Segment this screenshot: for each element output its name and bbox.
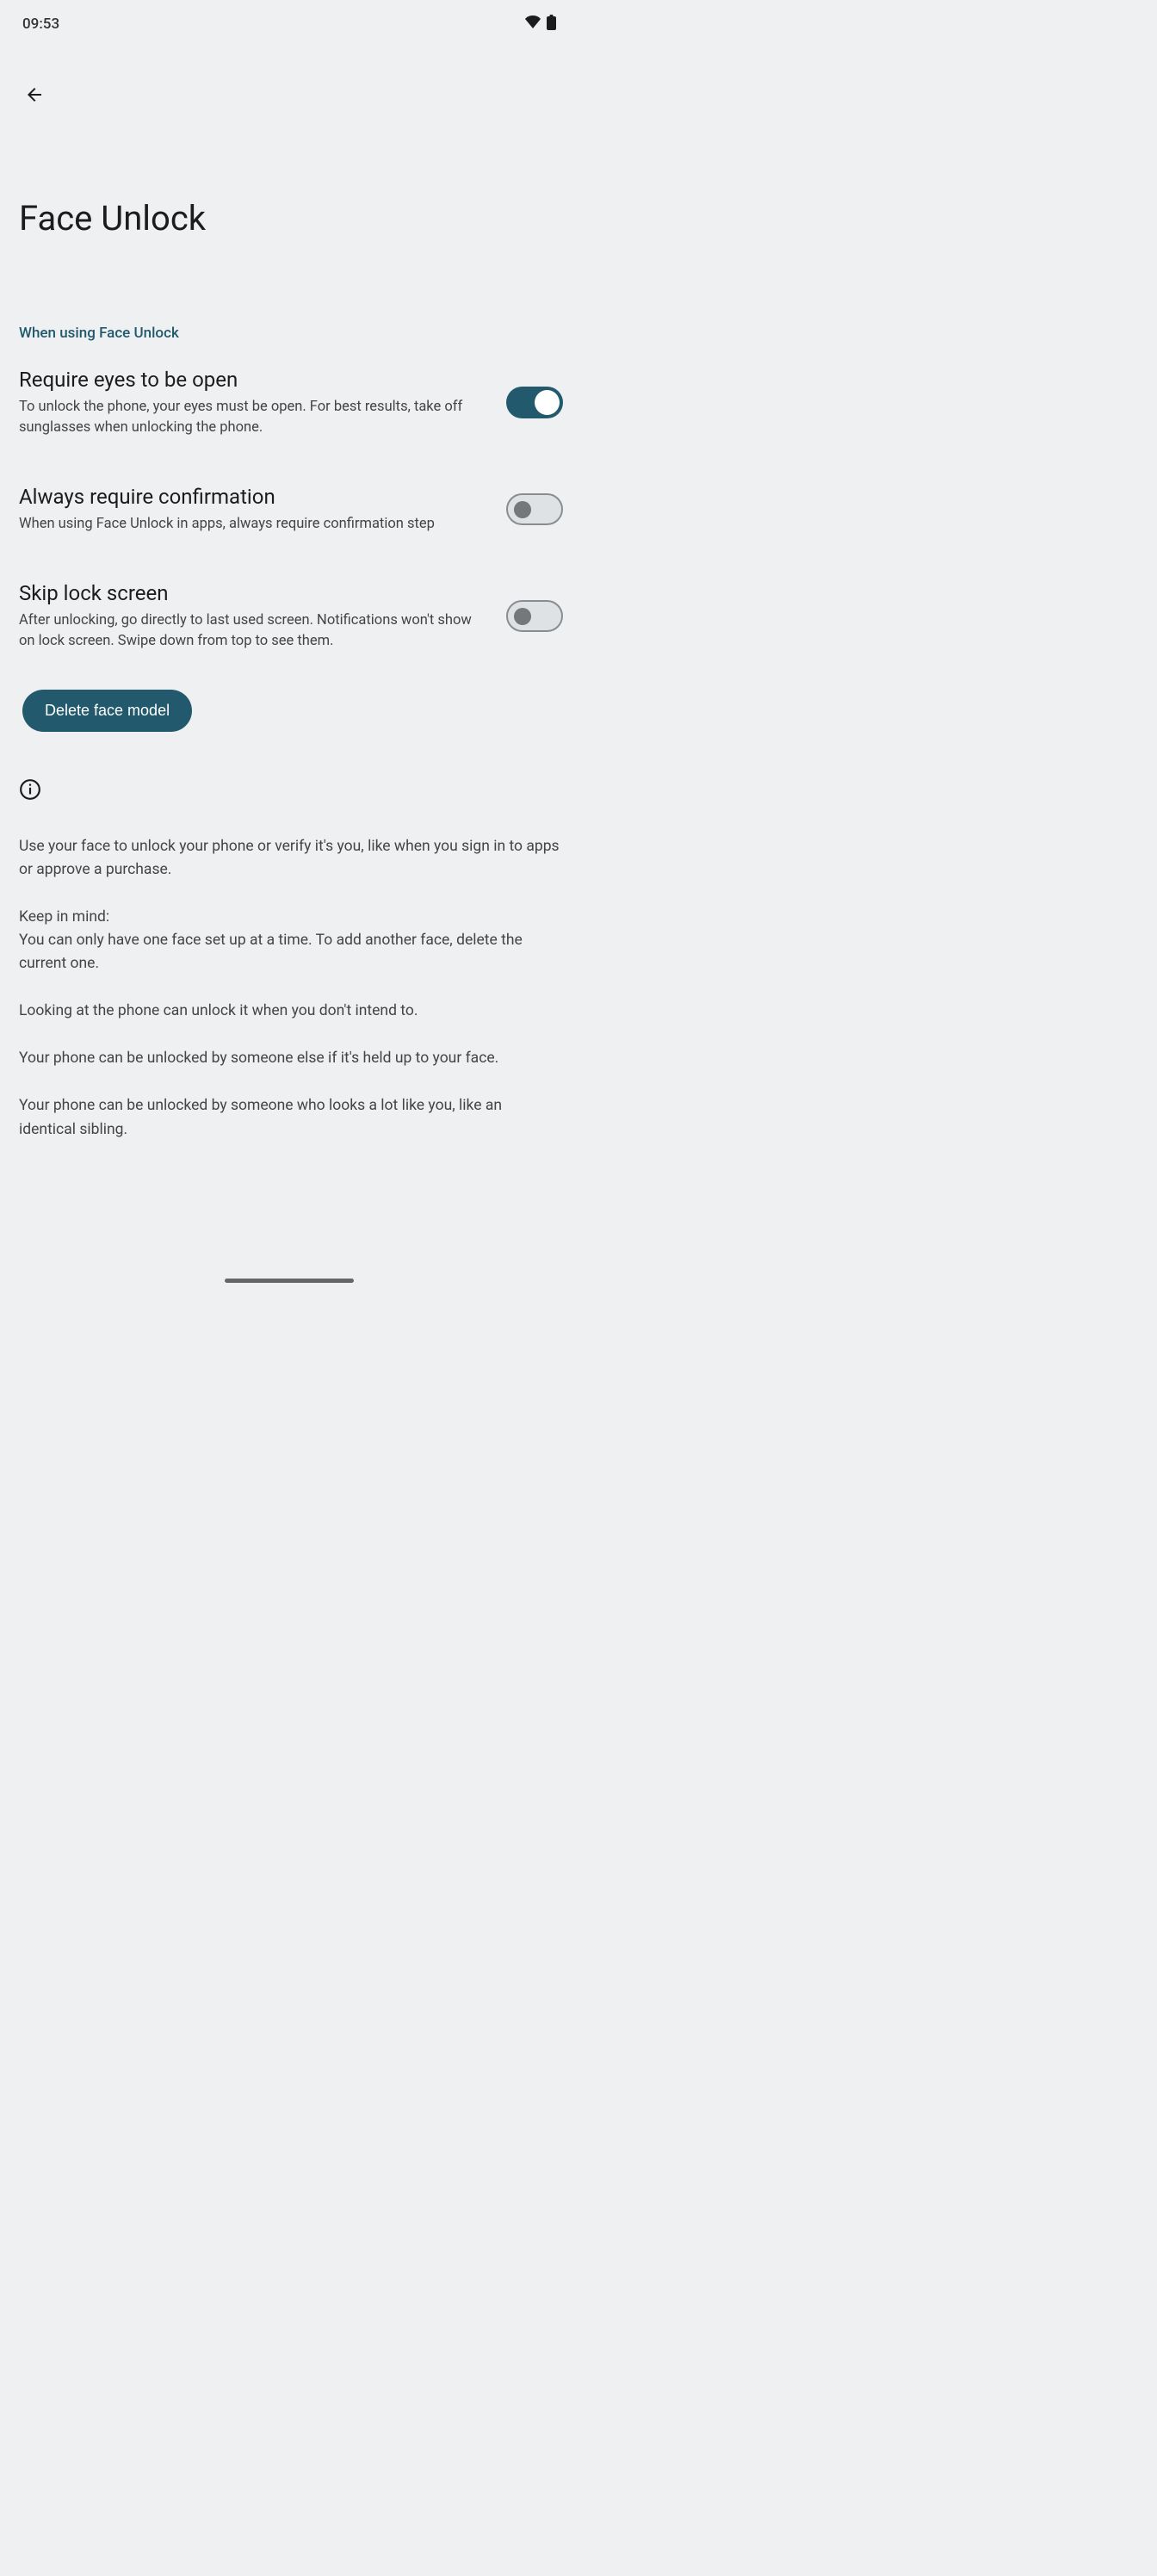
toggle-skip-lock-screen[interactable]: [506, 600, 563, 632]
status-icons: [524, 15, 556, 34]
info-section: Use your face to unlock your phone or ve…: [19, 778, 560, 1142]
toggle-require-eyes-open[interactable]: [506, 387, 563, 418]
navigation-handle[interactable]: [225, 1279, 354, 1283]
info-paragraph: Your phone can be unlocked by someone wh…: [19, 1094, 560, 1141]
info-keep-in-mind: Keep in mind:: [19, 906, 560, 929]
info-icon-wrapper: [19, 778, 560, 804]
setting-require-eyes-open[interactable]: Require eyes to be open To unlock the ph…: [0, 342, 578, 459]
toggle-require-confirmation[interactable]: [506, 493, 563, 525]
setting-title: Require eyes to be open: [19, 368, 489, 392]
info-paragraph: Looking at the phone can unlock it when …: [19, 1000, 560, 1023]
info-text: Use your face to unlock your phone or ve…: [19, 835, 560, 1142]
setting-text: Require eyes to be open To unlock the ph…: [19, 368, 489, 438]
status-bar: 09:53: [0, 0, 578, 43]
setting-text: Skip lock screen After unlocking, go dir…: [19, 581, 489, 652]
setting-title: Always require confirmation: [19, 485, 489, 509]
info-paragraph: Use your face to unlock your phone or ve…: [19, 835, 560, 882]
setting-require-confirmation[interactable]: Always require confirmation When using F…: [0, 459, 578, 555]
setting-text: Always require confirmation When using F…: [19, 485, 489, 535]
info-icon: [19, 778, 41, 801]
setting-skip-lock-screen[interactable]: Skip lock screen After unlocking, go dir…: [0, 555, 578, 672]
info-paragraph: You can only have one face set up at a t…: [19, 929, 560, 975]
page-title: Face Unlock: [19, 198, 578, 238]
arrow-back-icon: [24, 84, 45, 105]
status-time: 09:53: [22, 15, 59, 33]
info-paragraph: Your phone can be unlocked by someone el…: [19, 1047, 560, 1070]
setting-description: When using Face Unlock in apps, always r…: [19, 514, 489, 535]
battery-icon: [547, 15, 556, 34]
setting-title: Skip lock screen: [19, 581, 489, 605]
delete-face-model-button[interactable]: Delete face model: [22, 690, 192, 732]
section-header: When using Face Unlock: [19, 325, 578, 342]
setting-description: To unlock the phone, your eyes must be o…: [19, 397, 489, 438]
wifi-icon: [524, 15, 541, 33]
setting-description: After unlocking, go directly to last use…: [19, 610, 489, 652]
back-button[interactable]: [17, 77, 52, 112]
